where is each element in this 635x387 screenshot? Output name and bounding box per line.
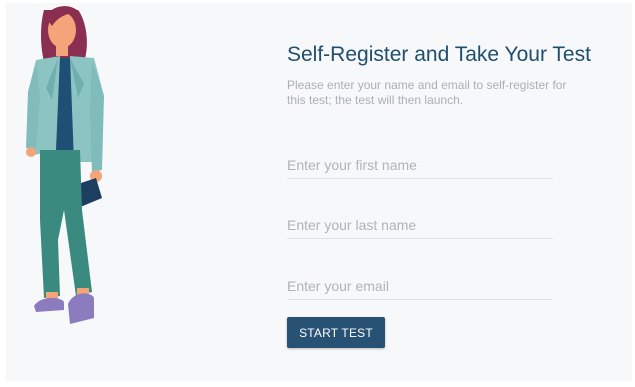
page-title: Self-Register and Take Your Test	[287, 43, 591, 66]
page-subtitle: Please enter your name and email to self…	[287, 78, 567, 107]
email-input[interactable]	[287, 273, 553, 300]
first-name-input[interactable]	[287, 152, 553, 179]
woman-holding-tablet-illustration	[26, 6, 104, 324]
registration-form: Self-Register and Take Your Test Please …	[287, 40, 607, 348]
page: Self-Register and Take Your Test Please …	[0, 0, 635, 387]
start-test-button[interactable]: START TEST	[287, 317, 385, 348]
last-name-input[interactable]	[287, 212, 553, 239]
